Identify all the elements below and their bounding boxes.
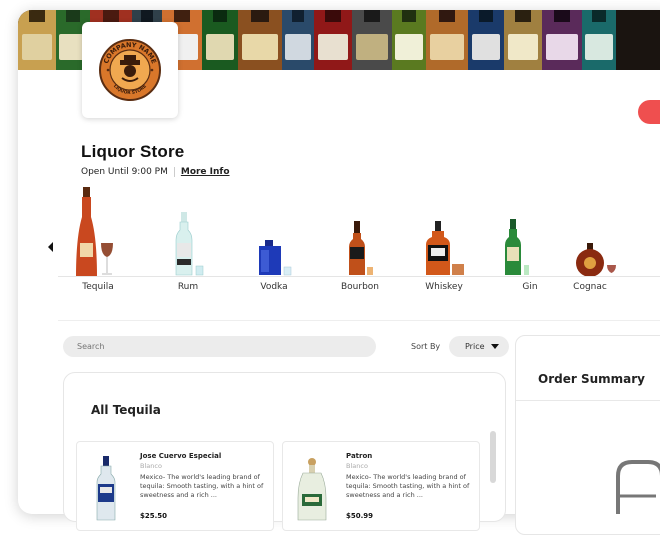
banner-bottle-cap [212,10,228,22]
product-price: $50.99 [346,512,374,520]
product-bottle-image [297,458,327,521]
banner-bottle-label [585,34,613,60]
whiskey-bottle-icon [426,221,464,275]
vodka-bottle-icon [259,240,292,276]
store-hours-row: Open Until 9:00 PM More Info [81,167,230,177]
banner-bottle-label [317,34,349,60]
banner-bottle [504,10,542,70]
store-title: Liquor Store [81,142,185,161]
banner-bottle-cap [29,10,45,22]
banner-bottle-cap [66,10,80,22]
banner-bottle-label [21,34,53,60]
product-card[interactable]: Jose Cuervo Especial Blanco Mexico- The … [76,441,274,531]
product-type: Blanco [346,462,368,470]
banner-bottle [426,10,468,70]
category-tequila[interactable]: Tequila [58,185,138,295]
rum-bottle-icon [175,212,204,276]
banner-bottle [18,10,56,70]
bourbon-bottle-icon [349,221,373,275]
tequila-bottle-icon [76,187,113,277]
product-scrollbar[interactable] [490,431,496,483]
banner-bottle-cap [515,10,531,22]
search-input[interactable] [63,336,376,357]
product-name: Patron [346,452,373,460]
banner-bottle-label [546,34,578,60]
banner-bottle-cap [141,10,153,22]
banner-bottle-label [507,34,539,60]
banner-bottle-cap [364,10,380,22]
sort-select-value: Price [465,342,485,351]
category-rum[interactable]: Rum [148,185,228,295]
shopping-bag-icon [616,460,660,514]
category-prev-arrow-icon[interactable] [48,242,53,252]
banner-bottle-cap [174,10,190,22]
banner-bottle [202,10,238,70]
banner-bottle [468,10,504,70]
category-label: Cognac [573,282,607,292]
banner-bottle-cap [438,10,456,22]
banner-bottle-cap [102,10,120,22]
banner-bottle [282,10,314,70]
store-hours: Open Until 9:00 PM [81,167,168,177]
store-logo-image: COMPANY NAME LIQUOR STORE [99,39,161,101]
banner-bottle-label [471,34,501,60]
section-divider [58,320,660,321]
sort-select[interactable]: Price [449,336,509,357]
banner-bottle [352,10,392,70]
banner-bottle-label [430,34,464,60]
product-type: Blanco [140,462,162,470]
banner-bottle-label [395,34,423,60]
category-label: Tequila [82,282,114,292]
product-description: Mexico- The world's leading brand of teq… [346,473,470,499]
order-summary-panel: Order Summary [515,335,660,535]
banner-bottle [238,10,282,70]
banner-bottle-label [285,34,311,60]
banner-bottle-cap [251,10,269,22]
banner-bottle-label [356,34,388,60]
banner-bottle [542,10,582,70]
product-name: Jose Cuervo Especial [140,452,222,460]
banner-bottle [392,10,426,70]
banner-bottle [314,10,352,70]
category-label: Whiskey [425,282,463,292]
product-bottle-image [96,456,116,521]
category-cognac[interactable]: Cognac [550,185,630,295]
action-button[interactable] [638,100,660,124]
product-panel-title: All Tequila [91,403,161,417]
category-label: Bourbon [340,282,379,292]
chevron-down-icon [491,344,499,349]
category-label: Rum [177,282,199,292]
more-info-link[interactable]: More Info [181,167,230,177]
sort-by-label: Sort By [411,342,441,351]
banner-bottle-cap [325,10,341,22]
order-summary-title: Order Summary [538,372,645,386]
banner-bottle-cap [554,10,570,22]
category-vodka[interactable]: Vodka [234,185,314,295]
banner-bottle [582,10,616,70]
banner-bottle-label [242,34,278,60]
banner-bottle-label [205,34,235,60]
category-whiskey[interactable]: Whiskey [404,185,484,295]
banner-bottle-cap [402,10,416,22]
banner-bottle-cap [291,10,305,22]
divider [173,167,175,177]
category-divider [58,276,660,277]
banner-bottle-cap [592,10,606,22]
product-panel: All Tequila Jose Cuervo Especial Blanco … [63,372,506,531]
product-price: $25.50 [140,512,168,520]
cognac-bottle-icon [576,243,616,277]
category-label: Vodka [260,282,288,292]
category-bourbon[interactable]: Bourbon [320,185,400,295]
category-carousel: Tequila Rum Vodka Bourbon Whiskey Gin Co… [58,185,658,295]
order-summary-divider [516,400,660,401]
banner-bottle-cap [478,10,494,22]
product-card[interactable]: Patron Blanco Mexico- The world's leadin… [282,441,480,531]
product-description: Mexico- The world's leading brand of teq… [140,473,264,499]
store-logo: COMPANY NAME LIQUOR STORE [82,22,178,118]
